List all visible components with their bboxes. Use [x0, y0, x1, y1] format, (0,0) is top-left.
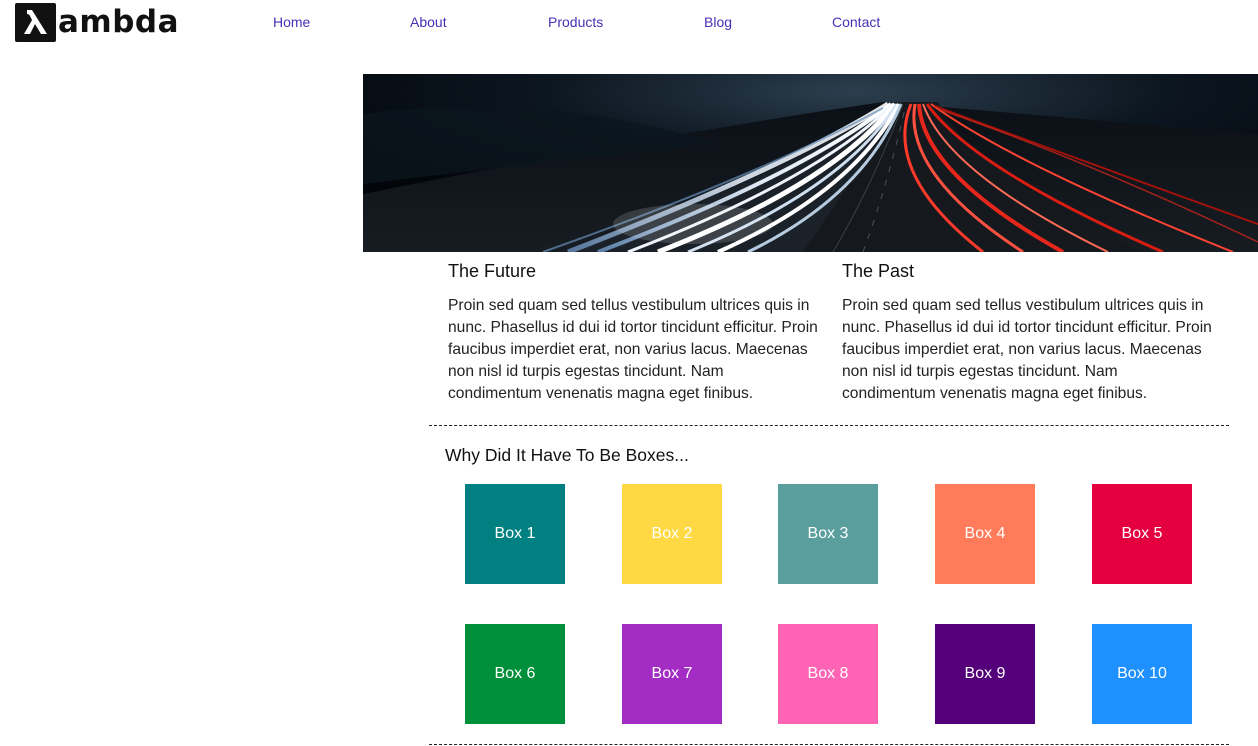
past-title: The Past — [842, 261, 915, 281]
lambda-icon — [15, 2, 56, 42]
box-2: Box 2 — [622, 484, 722, 584]
section-divider — [429, 425, 1229, 426]
past-body: Proin sed quam sed tellus vestibulum ult… — [842, 297, 1212, 402]
box-7: Box 7 — [622, 624, 722, 724]
page: ambda Home About Products Blog Contact T… — [0, 0, 1258, 746]
future-title: The Future — [448, 261, 537, 281]
box-3: Box 3 — [778, 484, 878, 584]
future-body: Proin sed quam sed tellus vestibulum ult… — [448, 297, 818, 402]
box-8: Box 8 — [778, 624, 878, 724]
logo-text: ambda — [58, 4, 180, 40]
box-6: Box 6 — [465, 624, 565, 724]
future-section: The Future Proin sed quam sed tellus ves… — [448, 260, 820, 405]
box-10: Box 10 — [1092, 624, 1192, 724]
box-4: Box 4 — [935, 484, 1035, 584]
box-5: Box 5 — [1092, 484, 1192, 584]
nav-link-contact[interactable]: Contact — [832, 13, 880, 31]
past-section: The Past Proin sed quam sed tellus vesti… — [842, 260, 1214, 405]
nav-link-home[interactable]: Home — [273, 13, 310, 31]
box-9: Box 9 — [935, 624, 1035, 724]
hero-image — [363, 74, 1258, 252]
box-1: Box 1 — [465, 484, 565, 584]
boxes-heading: Why Did It Have To Be Boxes... — [445, 445, 689, 465]
nav-link-blog[interactable]: Blog — [704, 13, 732, 31]
nav-link-about[interactable]: About — [410, 13, 447, 31]
logo[interactable]: ambda — [15, 2, 179, 42]
nav-link-products[interactable]: Products — [548, 13, 603, 31]
bottom-divider — [429, 744, 1229, 745]
